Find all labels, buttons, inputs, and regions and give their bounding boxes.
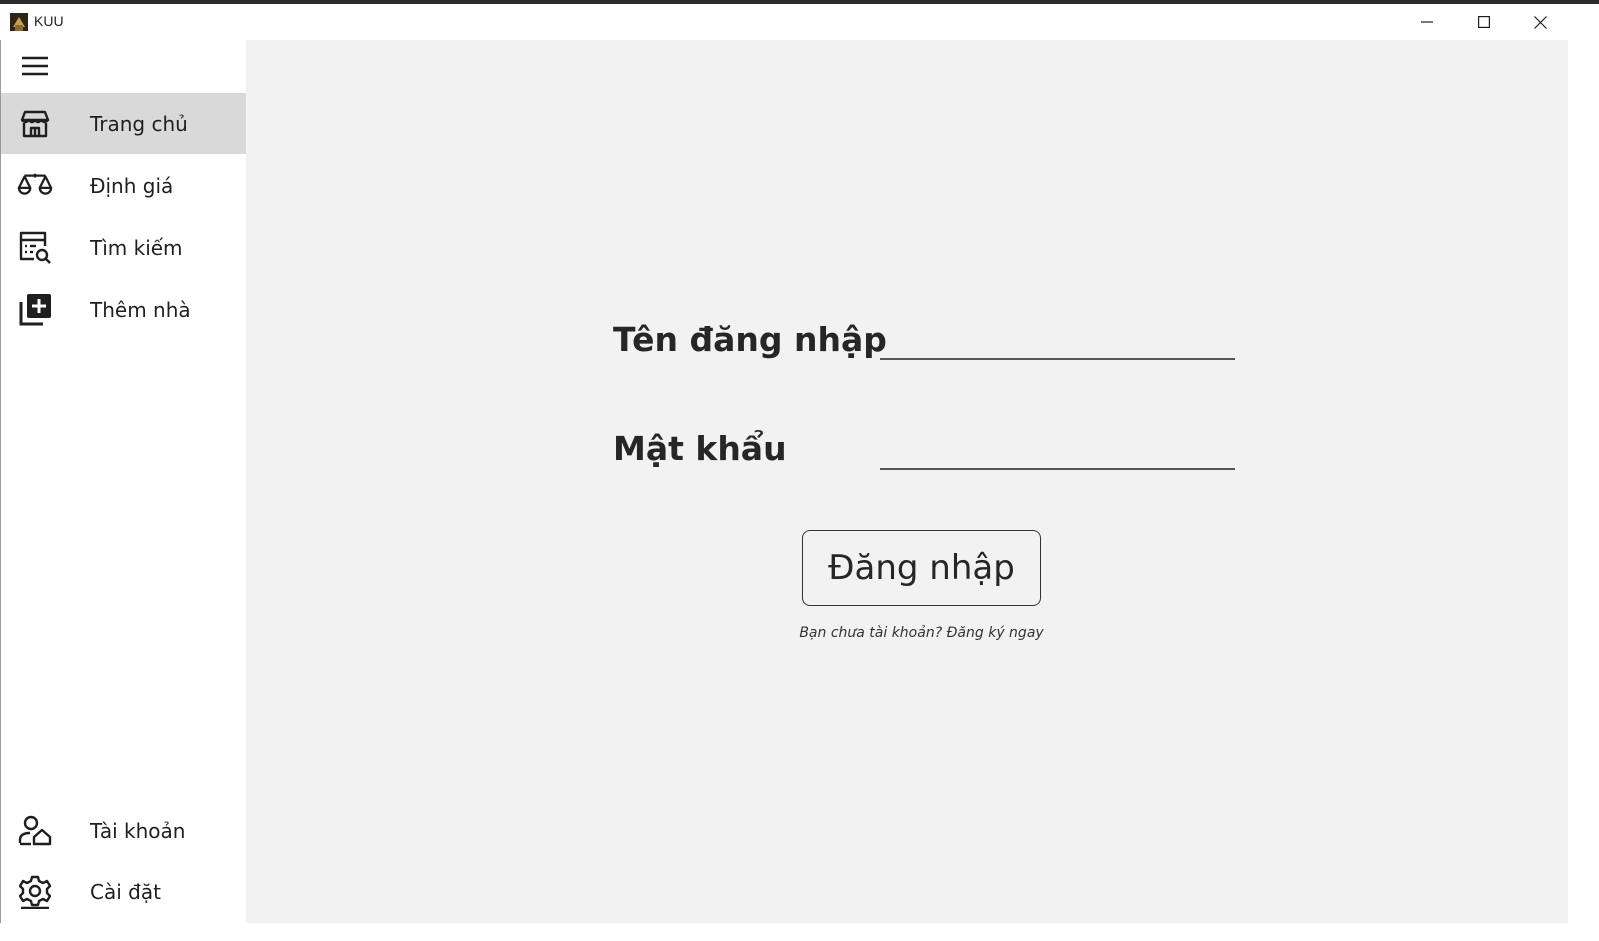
window-bottom-edge — [0, 923, 1568, 941]
gear-icon — [17, 874, 53, 910]
scale-icon — [17, 168, 53, 204]
sidebar-item-label: Cài đặt — [90, 879, 161, 904]
sidebar-item-label: Thêm nhà — [90, 297, 191, 322]
login-button[interactable]: Đăng nhập — [802, 530, 1041, 606]
store-icon — [17, 106, 53, 142]
hamburger-menu-icon — [22, 56, 48, 76]
sidebar-item-label: Định giá — [90, 173, 174, 198]
app-title: KUU — [34, 13, 64, 29]
password-label: Mật khẩu — [613, 429, 787, 468]
window-right-edge — [1568, 40, 1599, 941]
sidebar-item-label: Tìm kiếm — [90, 235, 183, 260]
sidebar: Trang chủ Định giá Tìm kiếm Thêm nhà Tài… — [0, 40, 247, 923]
password-field[interactable] — [880, 444, 1235, 470]
title-bar[interactable]: KUU — [0, 4, 1599, 40]
maximize-icon — [1477, 16, 1490, 28]
user-home-icon — [17, 813, 53, 849]
minimize-button[interactable] — [1398, 4, 1455, 40]
minimize-icon — [1420, 21, 1433, 23]
maximize-button[interactable] — [1455, 4, 1512, 40]
sidebar-item-search[interactable]: Tìm kiếm — [1, 217, 247, 278]
add-box-icon — [17, 292, 53, 328]
sidebar-item-add-house[interactable]: Thêm nhà — [1, 279, 247, 340]
sidebar-item-label: Trang chủ — [90, 111, 188, 136]
close-icon — [1534, 15, 1547, 29]
sidebar-item-valuation[interactable]: Định giá — [1, 155, 247, 216]
username-field[interactable] — [880, 334, 1235, 360]
sidebar-item-label: Tài khoản — [90, 818, 186, 843]
sidebar-item-settings[interactable]: Cài đặt — [1, 861, 247, 922]
sidebar-item-account[interactable]: Tài khoản — [1, 800, 247, 861]
app-logo-icon — [10, 13, 28, 31]
menu-toggle-button[interactable] — [9, 48, 61, 84]
signup-link[interactable]: Bạn chưa tài khoản? Đăng ký ngay — [792, 625, 1051, 641]
search-list-icon — [17, 230, 53, 266]
login-panel: Tên đăng nhập Mật khẩu Đăng nhập Bạn chư… — [246, 40, 1568, 923]
sidebar-item-home[interactable]: Trang chủ — [1, 93, 247, 154]
username-label: Tên đăng nhập — [613, 320, 887, 359]
close-button[interactable] — [1512, 4, 1569, 40]
